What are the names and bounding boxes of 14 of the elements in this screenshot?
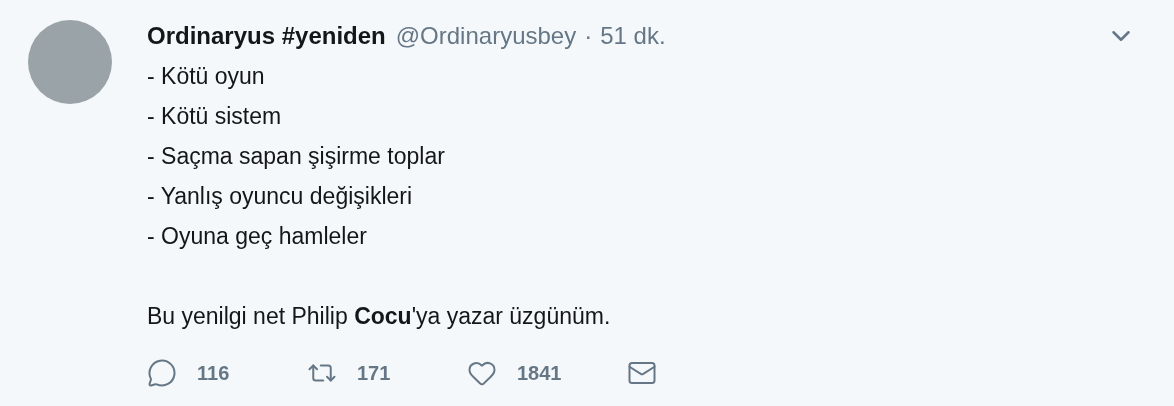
tweet-text-line: - Saçma sapan şişirme toplar — [147, 142, 445, 171]
tweet-text-line: - Kötü oyun — [147, 62, 265, 91]
display-name[interactable]: Ordinaryus #yeniden — [147, 20, 386, 52]
separator-dot: · — [584, 21, 593, 51]
like-button[interactable]: 1841 — [467, 358, 627, 388]
tweet-text-line: Bu yenilgi net Philip Cocu'ya yazar üzgünüm. — [147, 302, 611, 331]
tweet-text-line: - Yanlış oyuncu değişikleri — [147, 182, 413, 211]
tweet-text-line: - Kötü sistem — [147, 102, 282, 131]
tweet-text-line: - Oyuna geç hamleler — [147, 222, 367, 251]
retweet-button[interactable]: 171 — [307, 358, 467, 388]
timestamp[interactable]: 51 dk. — [600, 20, 666, 52]
reply-button[interactable]: 116 — [147, 358, 307, 388]
speech-bubble-icon — [147, 358, 177, 388]
user-handle[interactable]: @Ordinaryusbey — [395, 20, 577, 52]
